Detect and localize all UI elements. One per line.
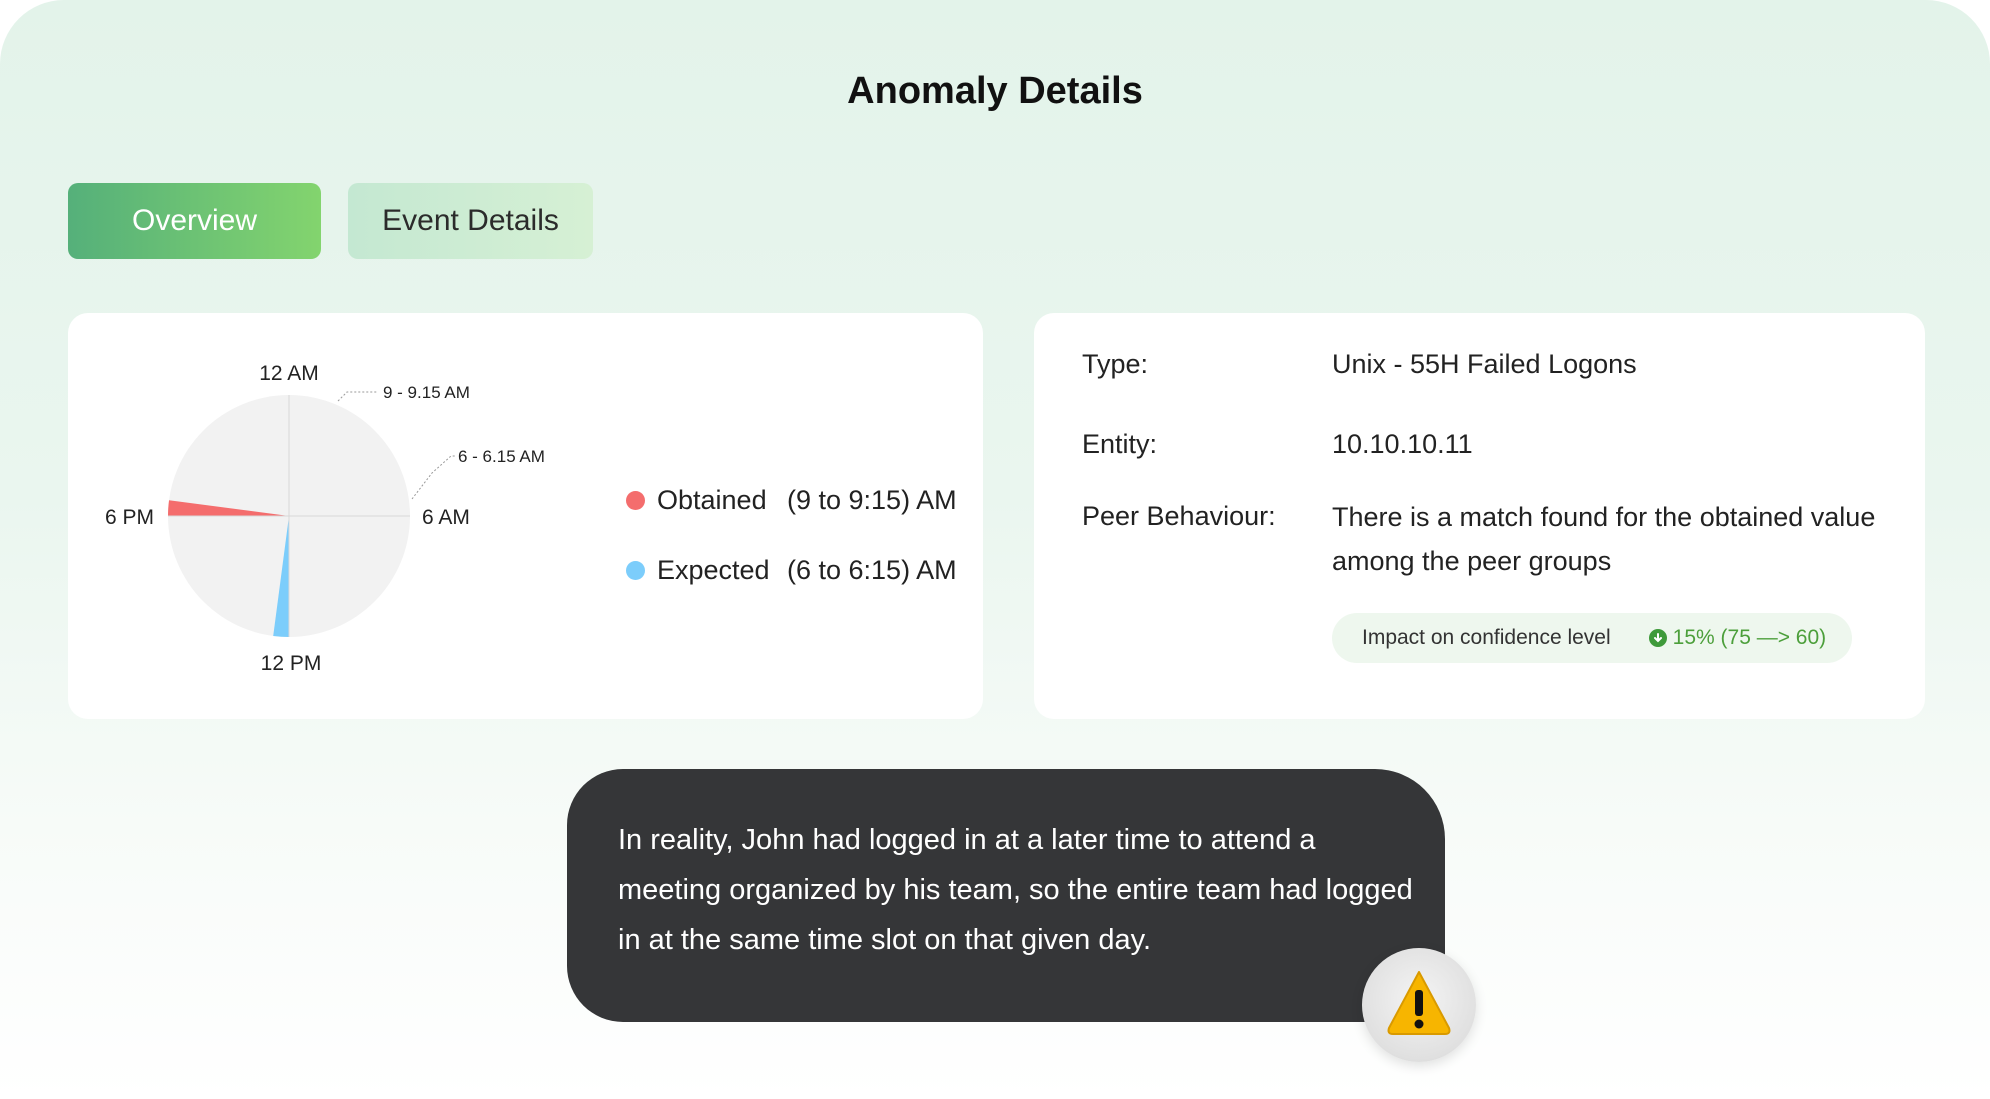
peer-behaviour-label: Peer Behaviour: <box>1082 501 1276 531</box>
legend-range: (9 to 9:15) AM <box>787 485 957 515</box>
arrow-down-circle-icon <box>1648 629 1667 647</box>
explanation-text: In reality, John had logged in at a late… <box>618 824 1413 956</box>
entity-value: 10.10.10.11 <box>1332 429 1473 459</box>
expected-slice-label: 6 - 6.15 AM <box>458 447 545 466</box>
clock-label-right: 6 AM <box>422 506 470 529</box>
details-card: Type: Unix - 55H Failed Logons Entity: 1… <box>1034 313 1925 719</box>
impact-value-group: 15% (75 —> 60) <box>1648 626 1827 650</box>
clock-label-top: 12 AM <box>259 362 319 385</box>
clock-label-left: 6 PM <box>105 506 154 529</box>
legend-range: (6 to 6:15) AM <box>787 555 957 585</box>
type-value: Unix - 55H Failed Logons <box>1332 349 1637 379</box>
legend-label: Obtained <box>657 485 767 515</box>
warning-icon <box>1362 948 1476 1062</box>
impact-value: 15% (75 —> 60) <box>1672 626 1827 649</box>
clock-pie-chart: 12 AM 6 AM 12 PM 6 PM 9 - 9.15 AM 6 - 6.… <box>105 362 545 675</box>
confidence-impact-pill: Impact on confidence level 15% (75 —> 60… <box>1332 613 1852 663</box>
explanation-bubble: In reality, John had logged in at a late… <box>567 769 1445 1022</box>
obtained-slice-label: 9 - 9.15 AM <box>383 383 470 402</box>
legend-item-expected: Expected (6 to 6:15) AM <box>626 555 957 586</box>
clock-label-bottom: 12 PM <box>261 652 322 675</box>
expected-color-dot <box>626 561 645 580</box>
chart-card: 12 AM 6 AM 12 PM 6 PM 9 - 9.15 AM 6 - 6.… <box>68 313 983 719</box>
peer-behaviour-value: There is a match found for the obtained … <box>1332 502 1876 576</box>
legend-item-obtained: Obtained (9 to 9:15) AM <box>626 485 957 516</box>
tab-overview[interactable]: Overview <box>68 183 321 259</box>
entity-label: Entity: <box>1082 429 1158 459</box>
legend-label: Expected <box>657 555 770 585</box>
expected-leader-line <box>411 455 455 500</box>
tab-event-details[interactable]: Event Details <box>348 183 593 259</box>
type-label: Type: <box>1082 349 1149 379</box>
obtained-leader-line <box>337 391 377 402</box>
page-title: Anomaly Details <box>847 70 1143 112</box>
obtained-color-dot <box>626 491 645 510</box>
impact-label: Impact on confidence level <box>1362 626 1611 649</box>
